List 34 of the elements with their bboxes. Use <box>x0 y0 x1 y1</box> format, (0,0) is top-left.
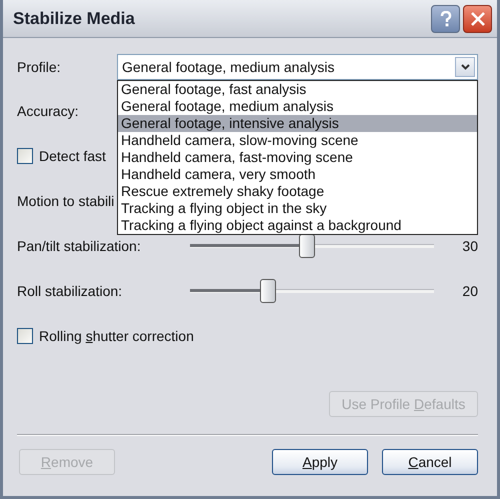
slider-track[interactable] <box>190 278 434 302</box>
checkbox-label: Detect fast <box>39 148 106 164</box>
dropdown-option[interactable]: Handheld camera, fast-moving scene <box>118 149 477 166</box>
dialog-button[interactable]: Apply <box>272 449 368 475</box>
dropdown-option[interactable]: General footage, intensive analysis <box>118 115 477 132</box>
slider-label: Roll stabilization: <box>17 282 124 298</box>
slider-thumb[interactable] <box>298 234 315 258</box>
dropdown-option[interactable]: Rescue extremely shaky footage <box>118 183 477 200</box>
slider-track[interactable] <box>190 234 434 258</box>
slider-value: 20 <box>461 282 478 298</box>
dialog-button[interactable]: Cancel <box>382 449 478 475</box>
checkbox[interactable] <box>17 148 33 164</box>
slider-thumb[interactable] <box>260 278 276 302</box>
dropdown-arrow-button[interactable] <box>455 57 475 77</box>
checkbox[interactable] <box>17 328 33 344</box>
slider-label: Pan/tilt stabilization: <box>17 238 142 254</box>
dropdown-option[interactable]: Handheld camera, very smooth <box>118 166 477 183</box>
window-title: Stabilize Media <box>13 8 135 28</box>
field-label: Motion to stabili <box>17 192 114 208</box>
dropdown-option[interactable]: Tracking a flying object against a background <box>118 217 477 234</box>
profile-label: Profile: <box>17 59 62 75</box>
checkbox-label: Rolling shutter correction <box>39 328 194 344</box>
help-icon <box>440 10 452 26</box>
dropdown-option[interactable]: Handheld camera, slow-moving scene <box>118 132 477 149</box>
dropdown-option[interactable]: Tracking a flying object in the sky <box>118 200 477 217</box>
dropdown-option[interactable]: General footage, medium analysis <box>118 98 477 115</box>
profile-dropdown[interactable]: General footage, medium analysis <box>117 54 478 80</box>
field-label: Accuracy: <box>17 102 78 118</box>
help-button[interactable] <box>431 4 460 32</box>
chevron-down-icon <box>460 64 470 70</box>
close-icon <box>470 10 486 26</box>
dropdown-option[interactable]: General footage, fast analysis <box>118 81 477 98</box>
slider-value: 30 <box>461 238 478 254</box>
close-button[interactable] <box>463 4 492 32</box>
